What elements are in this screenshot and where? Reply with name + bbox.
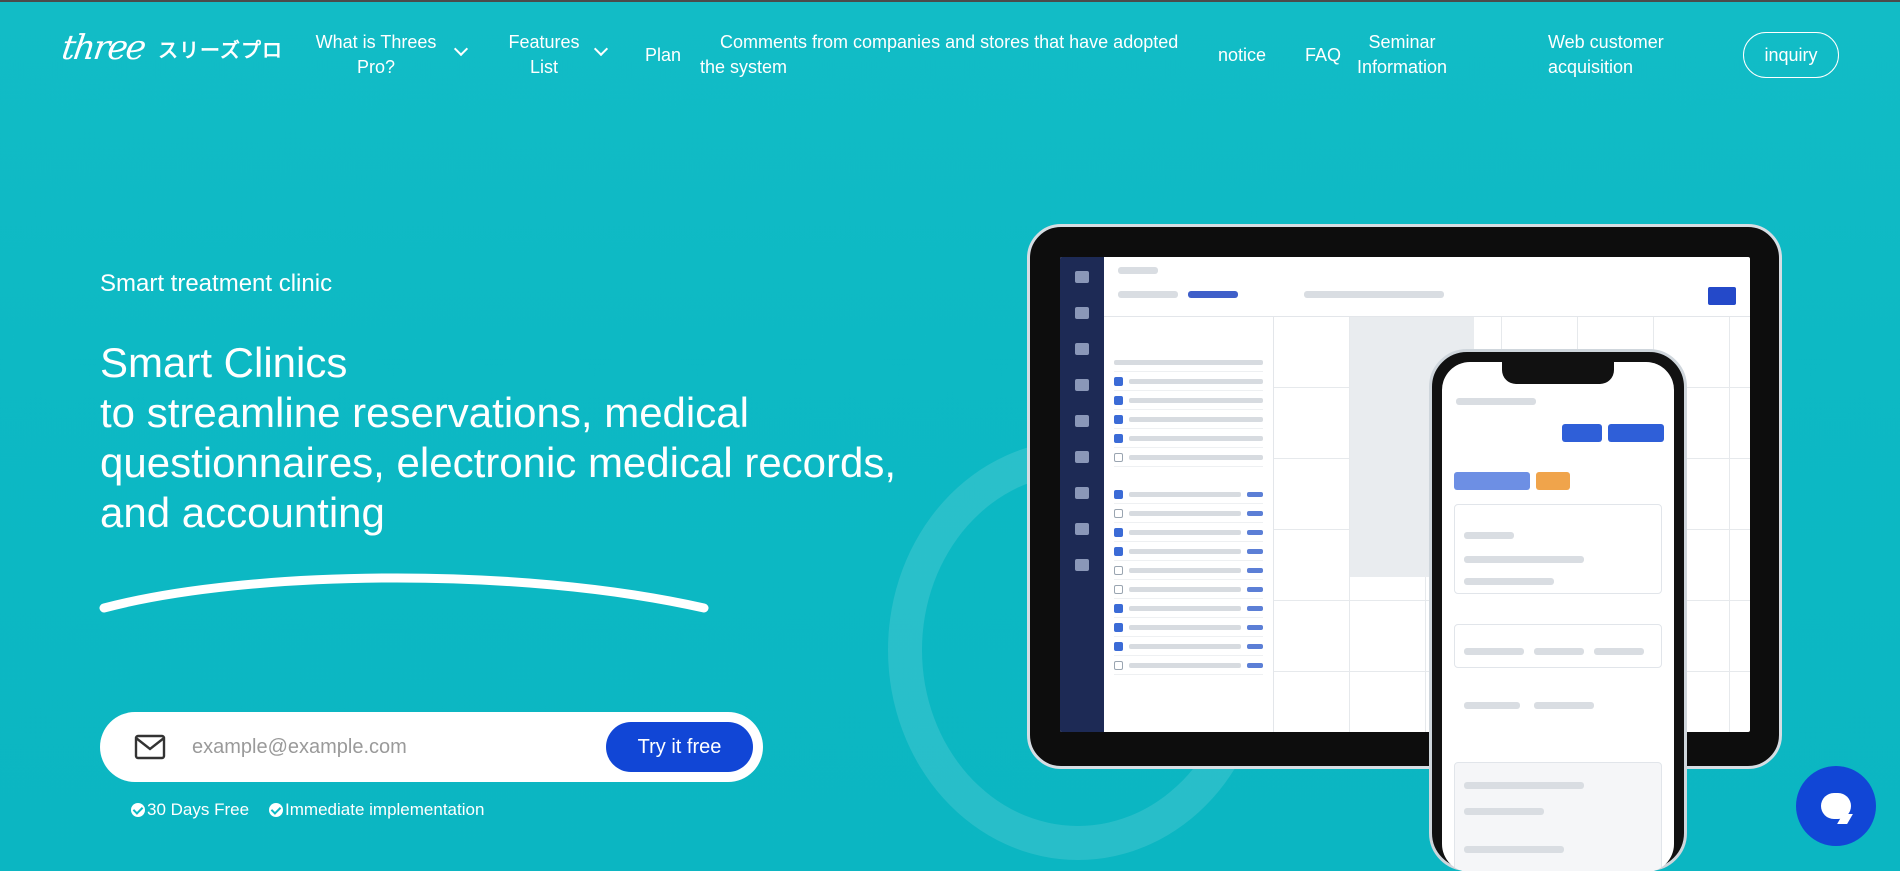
check-circle-icon xyxy=(269,803,284,817)
nav-item-what-is[interactable]: What is Threes Pro? xyxy=(312,30,469,80)
chat-bubble-icon xyxy=(1821,793,1851,819)
benefits-list: 30 Days Free Immediate implementation xyxy=(131,800,484,820)
mockup-toolbar xyxy=(1104,257,1750,317)
nav-item-plan[interactable]: Plan xyxy=(645,43,681,68)
mail-icon xyxy=(134,734,166,760)
nav-item-comments[interactable]: Comments from companies and stores that … xyxy=(700,30,1200,80)
headline-line: to streamline reservations, medical xyxy=(100,389,749,436)
chevron-down-icon xyxy=(593,41,609,57)
nav-item-label: What is Threes Pro? xyxy=(315,32,437,77)
headline-line: questionnaires, electronic medical recor… xyxy=(100,439,897,486)
nav-item-label: Seminar Information xyxy=(1356,32,1448,77)
mockup-reservation-panel xyxy=(1104,317,1274,732)
logo-japanese-name: スリーズプロ xyxy=(158,39,284,62)
email-input[interactable] xyxy=(192,728,592,766)
phone-screen-image xyxy=(1442,362,1674,871)
phone-mockup xyxy=(1429,349,1687,871)
nav-item-label: notice xyxy=(1218,45,1267,65)
nav-item-faq[interactable]: FAQ xyxy=(1305,43,1341,68)
benefit-label: 30 Days Free xyxy=(147,800,250,819)
decorative-swoosh xyxy=(99,573,709,613)
hero-eyebrow: Smart treatment clinic xyxy=(100,270,333,297)
inquiry-button[interactable]: inquiry xyxy=(1743,32,1839,78)
benefit-item: 30 Days Free xyxy=(131,800,249,820)
nav-item-label: Features List xyxy=(508,32,580,77)
site-logo[interactable]: three スリーズプロ xyxy=(59,28,284,68)
headline-line: and accounting xyxy=(100,489,385,536)
logo-script: three xyxy=(59,28,147,68)
headline-line: Smart Clinics xyxy=(100,339,348,386)
nav-item-web-customer[interactable]: Web customer acquisition xyxy=(1548,30,1678,80)
chat-button[interactable] xyxy=(1796,766,1876,846)
benefit-item: Immediate implementation xyxy=(269,800,484,820)
nav-item-seminar[interactable]: Seminar Information xyxy=(1352,30,1452,80)
nav-item-label: Web customer acquisition xyxy=(1548,32,1664,77)
signup-form: Try it free xyxy=(100,712,763,782)
check-circle-icon xyxy=(131,803,145,817)
benefit-label: Immediate implementation xyxy=(285,800,485,819)
nav-item-features[interactable]: Features List xyxy=(508,30,609,80)
nav-item-label: Plan xyxy=(645,45,682,65)
hero-headline: Smart Clinics to streamline reservations… xyxy=(100,338,960,538)
nav-item-notice[interactable]: notice xyxy=(1218,43,1266,68)
nav-item-label: Comments from companies and stores that … xyxy=(700,32,1179,77)
main-nav: three スリーズプロ What is Threes Pro? Feature… xyxy=(0,2,1900,104)
try-free-button[interactable]: Try it free xyxy=(606,722,753,772)
mockup-sidebar xyxy=(1060,257,1104,732)
nav-item-label: FAQ xyxy=(1305,45,1342,65)
chevron-down-icon xyxy=(453,41,469,57)
